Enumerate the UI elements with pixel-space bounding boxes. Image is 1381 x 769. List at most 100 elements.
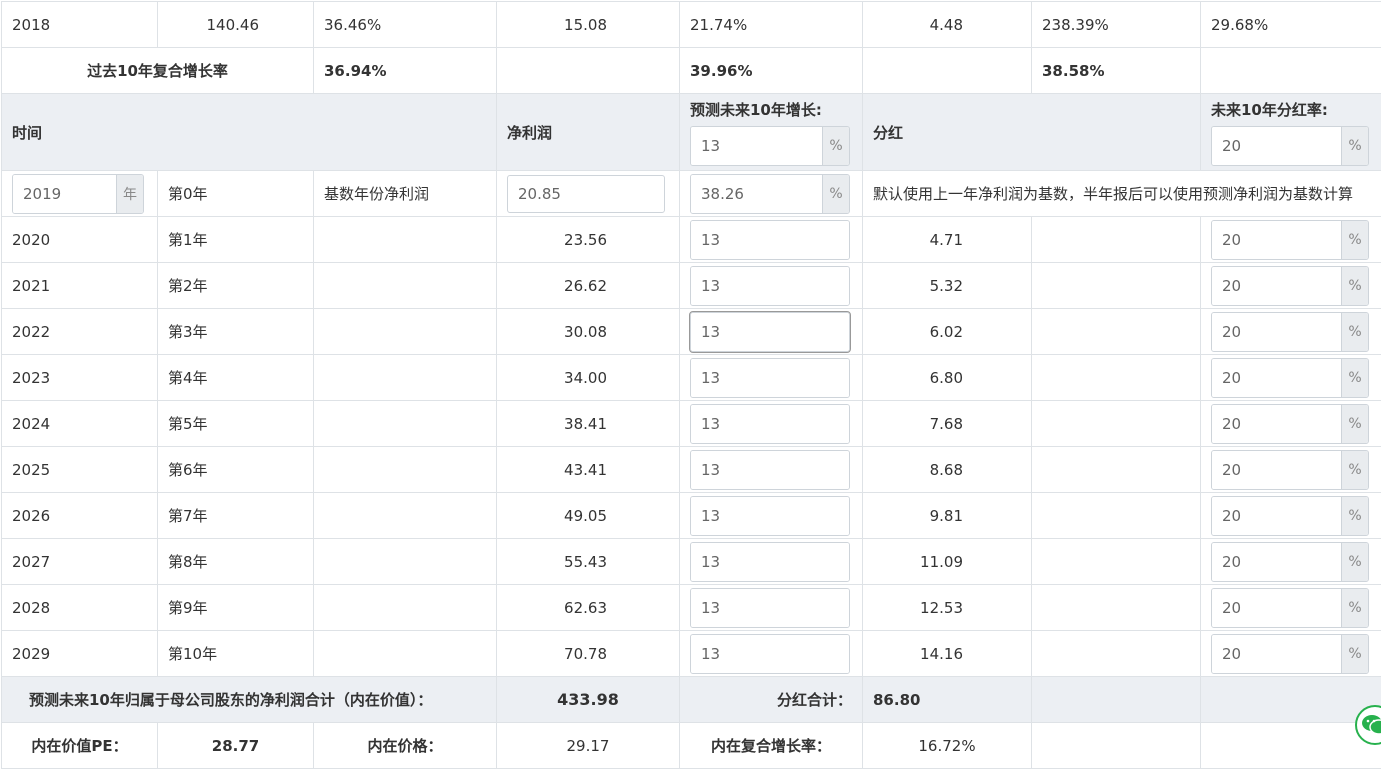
empty-cell [314, 631, 497, 677]
base-growth-cell: % [680, 171, 863, 217]
growth-input[interactable] [691, 543, 850, 581]
payout-input-group: % [1211, 634, 1369, 674]
payout-input-cell: % [1201, 217, 1381, 263]
growth-input-group: % [690, 496, 850, 536]
base-growth-input-group: % [690, 174, 850, 214]
dividend-cell: 7.68 [863, 401, 1032, 447]
growth-input-cell: % [680, 447, 863, 493]
payout-input-group: % [1211, 220, 1369, 260]
profit-cell: 26.62 [497, 263, 680, 309]
growth-input[interactable] [691, 451, 850, 489]
percent-addon: % [1341, 267, 1368, 305]
growth-input[interactable] [691, 267, 850, 305]
payout-input[interactable] [1212, 635, 1341, 673]
period-cell: 第8年 [158, 539, 314, 585]
period-cell: 第0年 [158, 171, 314, 217]
payout-input[interactable] [1212, 313, 1341, 351]
cagr-value: 36.94% [314, 48, 497, 94]
history-row-2018: 2018 140.46 36.46% 15.08 21.74% 4.48 238… [2, 2, 1381, 48]
growth-input-cell: % [680, 585, 863, 631]
empty-cell [314, 539, 497, 585]
value-cell: 4.48 [863, 2, 1032, 48]
percent-addon: % [1341, 543, 1368, 581]
percent-addon: % [1341, 313, 1368, 351]
payout-input-group: % [1211, 404, 1369, 444]
growth-input[interactable] [691, 221, 850, 259]
time-header: 时间 [2, 94, 497, 171]
profit-cell: 23.56 [497, 217, 680, 263]
growth-input[interactable] [691, 589, 850, 627]
payout-input-group: % [1211, 358, 1369, 398]
growth-input-wrap [691, 635, 850, 673]
profit-cell: 30.08 [497, 309, 680, 355]
payout-input[interactable] [1212, 405, 1341, 443]
value-cell: 140.46 [158, 2, 314, 48]
pe-value: 28.77 [158, 723, 314, 769]
base-year-input[interactable] [13, 175, 116, 213]
payout-input-group: % [1211, 266, 1369, 306]
period-cell: 第3年 [158, 309, 314, 355]
growth-header-label: 预测未来10年增长: [690, 99, 852, 120]
growth-cell: 36.46% [314, 2, 497, 48]
forecast-row: 2020第1年23.56%4.71% [2, 217, 1381, 263]
payout-input-group: % [1211, 450, 1369, 490]
percent-addon: % [1341, 127, 1368, 165]
empty-cell [1032, 401, 1201, 447]
payout-input[interactable] [1212, 267, 1341, 305]
payout-header-label: 未来10年分红率: [1211, 99, 1381, 120]
empty-cell [1032, 539, 1201, 585]
period-cell: 第1年 [158, 217, 314, 263]
growth-input-cell: % [680, 401, 863, 447]
payout-all-input[interactable] [1212, 127, 1341, 165]
growth-input-cell: % [680, 355, 863, 401]
dividend-total-label: 分红合计： [680, 677, 863, 723]
profit-cell: 70.78 [497, 631, 680, 677]
growth-input[interactable] [691, 405, 850, 443]
growth-all-input[interactable] [691, 127, 822, 165]
percent-addon: % [822, 175, 849, 213]
payout-input[interactable] [1212, 497, 1341, 535]
total-value: 433.98 [497, 677, 680, 723]
empty-cell [314, 217, 497, 263]
dividend-cell: 14.16 [863, 631, 1032, 677]
base-growth-input[interactable] [691, 175, 822, 213]
valuation-table: 2018 140.46 36.46% 15.08 21.74% 4.48 238… [1, 1, 1381, 769]
empty-cell [314, 447, 497, 493]
growth-cell: 29.68% [1201, 2, 1381, 48]
base-profit-input[interactable] [507, 175, 665, 213]
growth-input[interactable] [691, 497, 850, 535]
base-year-input-group: 年 [12, 174, 144, 214]
payout-input[interactable] [1212, 589, 1341, 627]
payout-input[interactable] [1212, 221, 1341, 259]
growth-input-wrap [691, 405, 850, 443]
growth-input[interactable] [691, 359, 850, 397]
payout-input-group: % [1211, 496, 1369, 536]
intrinsic-cagr-label: 内在复合增长率： [680, 723, 863, 769]
percent-addon: % [1341, 359, 1368, 397]
growth-input-wrap [691, 267, 850, 305]
payout-input-group: % [1211, 588, 1369, 628]
growth-input[interactable] [691, 635, 850, 673]
growth-input-cell: % [680, 263, 863, 309]
payout-input[interactable] [1212, 359, 1341, 397]
cagr-value: 39.96% [680, 48, 863, 94]
dividend-total-value: 86.80 [863, 677, 1032, 723]
forecast-row: 2025第6年43.41%8.68% [2, 447, 1381, 493]
year-cell: 2029 [2, 631, 158, 677]
empty-cell [1032, 447, 1201, 493]
year-cell: 2018 [2, 2, 158, 48]
growth-input-group: % [690, 358, 850, 398]
payout-input[interactable] [1212, 543, 1341, 581]
empty-cell [1032, 309, 1201, 355]
payout-input-cell: % [1201, 631, 1381, 677]
profit-cell: 43.41 [497, 447, 680, 493]
payout-input[interactable] [1212, 451, 1341, 489]
summary-row: 预测未来10年归属于母公司股东的净利润合计（内在价值）：433.98分红合计：8… [2, 677, 1381, 723]
year-cell: 2021 [2, 263, 158, 309]
percent-addon: % [1341, 497, 1368, 535]
year-cell: 2022 [2, 309, 158, 355]
percent-addon: % [1341, 589, 1368, 627]
growth-input-cell: ▲▼% [680, 309, 863, 355]
payout-input-cell: % [1201, 447, 1381, 493]
growth-input[interactable] [691, 313, 850, 351]
